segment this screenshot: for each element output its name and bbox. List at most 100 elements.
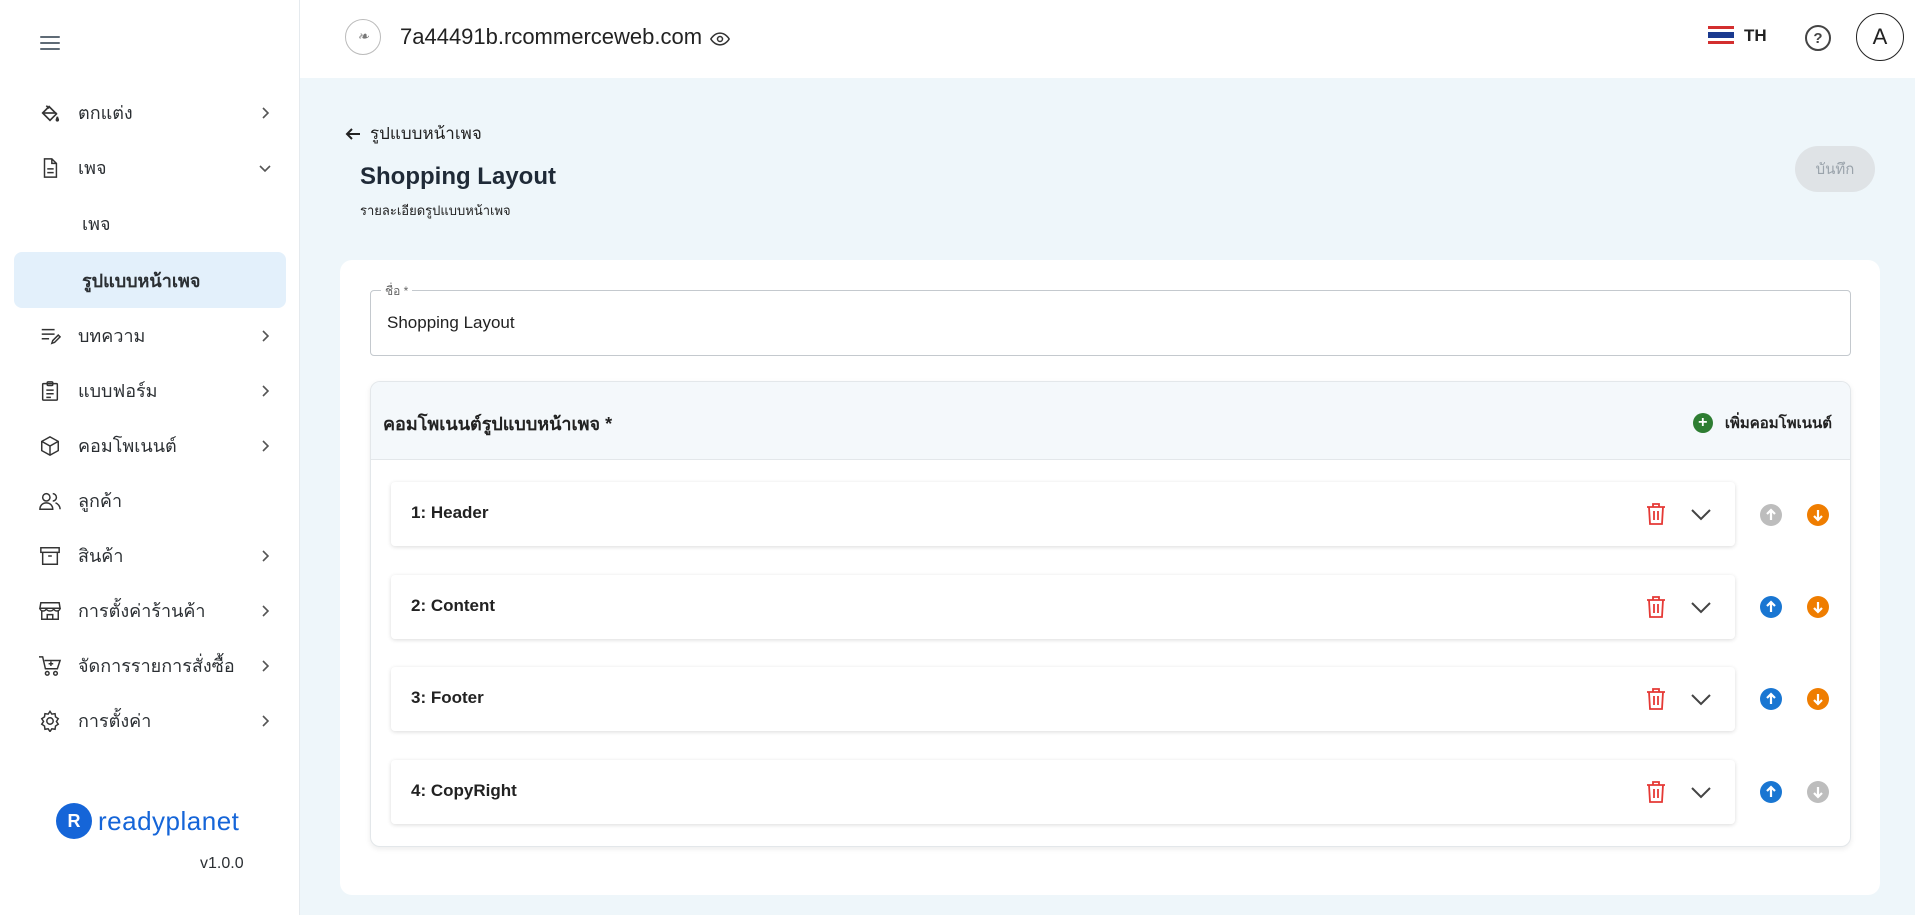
chevron-down-icon xyxy=(259,164,271,172)
chevron-down-icon[interactable] xyxy=(1689,780,1713,804)
chevron-down-icon[interactable] xyxy=(1689,687,1713,711)
chevron-right-icon xyxy=(262,659,270,672)
app-version: v1.0.0 xyxy=(200,855,244,872)
move-up-button[interactable] xyxy=(1760,688,1782,710)
site-logo-icon: ❧ xyxy=(345,19,381,55)
store-icon xyxy=(38,599,62,623)
trash-icon[interactable] xyxy=(1645,502,1667,526)
sidebar-item-label: ตกแต่ง xyxy=(78,103,133,123)
gear-icon xyxy=(38,709,62,733)
archive-box-icon xyxy=(38,544,62,568)
chevron-right-icon xyxy=(262,329,270,342)
brand-mark: R xyxy=(56,803,92,839)
trash-icon[interactable] xyxy=(1645,687,1667,711)
sidebar-item-orders[interactable]: จัดการรายการสั่งซื้อ xyxy=(0,638,300,693)
clipboard-form-icon xyxy=(38,379,62,403)
language-selector[interactable]: TH xyxy=(1708,26,1767,46)
component-name: 1: Header xyxy=(411,503,489,522)
name-field-label: ชื่อ * xyxy=(381,282,413,301)
move-down-button[interactable] xyxy=(1807,596,1829,618)
components-header: คอมโพเนนต์รูปแบบหน้าเพจ * + เพิ่มคอมโพเน… xyxy=(371,382,1850,460)
cube-icon xyxy=(38,434,62,458)
move-up-button[interactable] xyxy=(1760,781,1782,803)
site-domain: 7a44491b.rcommerceweb.com xyxy=(400,24,703,49)
components-panel: คอมโพเนนต์รูปแบบหน้าเพจ * + เพิ่มคอมโพเน… xyxy=(370,381,1851,847)
back-link[interactable]: รูปแบบหน้าเพจ xyxy=(344,120,482,147)
component-name: 3: Footer xyxy=(411,688,484,707)
sidebar-item-label: การตั้งค่า xyxy=(78,711,152,731)
arrow-up-icon xyxy=(1766,508,1776,520)
sidebar-item-label: บทความ xyxy=(78,326,146,346)
paint-bucket-icon xyxy=(38,101,62,125)
arrow-up-icon xyxy=(1766,600,1776,612)
sidebar-item-settings[interactable]: การตั้งค่า xyxy=(0,693,300,748)
sidebar-item-decorate[interactable]: ตกแต่ง xyxy=(0,85,300,140)
move-up-button[interactable] xyxy=(1760,504,1782,526)
move-down-button[interactable] xyxy=(1807,688,1829,710)
arrow-down-icon xyxy=(1813,787,1823,799)
add-component-label: เพิ่มคอมโพเนนต์ xyxy=(1724,415,1832,432)
sidebar: ตกแต่ง เพจ เพจ รูปแบบหน้าเพจ บทความ แบบฟ… xyxy=(0,0,300,915)
components-title: คอมโพเนนต์รูปแบบหน้าเพจ * xyxy=(383,414,613,434)
sidebar-item-forms[interactable]: แบบฟอร์ม xyxy=(0,363,300,418)
trash-icon[interactable] xyxy=(1645,780,1667,804)
sidebar-item-products[interactable]: สินค้า xyxy=(0,528,300,583)
sidebar-item-store-settings[interactable]: การตั้งค่าร้านค้า xyxy=(0,583,300,638)
add-component-button[interactable]: + เพิ่มคอมโพเนนต์ xyxy=(1692,411,1832,435)
arrow-down-icon xyxy=(1813,694,1823,706)
chevron-down-icon[interactable] xyxy=(1689,502,1713,526)
component-row[interactable]: 4: CopyRight xyxy=(391,760,1735,824)
sidebar-item-label: ลูกค้า xyxy=(78,491,123,511)
sidebar-item-label: แบบฟอร์ม xyxy=(78,381,158,401)
top-bar: ❧ 7a44491b.rcommerceweb.com TH ? A xyxy=(300,0,1915,78)
trash-icon[interactable] xyxy=(1645,595,1667,619)
name-input[interactable] xyxy=(387,313,1827,333)
save-button[interactable]: บันทึก xyxy=(1795,146,1875,192)
thai-flag-icon xyxy=(1708,26,1734,46)
component-row[interactable]: 3: Footer xyxy=(391,667,1735,731)
cart-icon xyxy=(38,654,62,678)
sidebar-item-customers[interactable]: ลูกค้า xyxy=(0,473,300,528)
arrow-up-icon xyxy=(1766,785,1776,797)
arrow-left-icon xyxy=(345,127,360,140)
sidebar-item-label: สินค้า xyxy=(78,546,124,566)
menu-toggle-icon[interactable] xyxy=(38,32,62,56)
chevron-right-icon xyxy=(262,604,270,617)
sidebar-subitem-pages[interactable]: เพจ xyxy=(0,195,300,252)
article-edit-icon xyxy=(38,324,62,348)
component-name: 4: CopyRight xyxy=(411,781,517,800)
component-name: 2: Content xyxy=(411,596,496,615)
arrow-down-icon xyxy=(1813,602,1823,614)
user-avatar[interactable]: A xyxy=(1856,13,1904,61)
document-icon xyxy=(38,156,62,180)
chevron-down-icon[interactable] xyxy=(1689,595,1713,619)
plus-circle-icon: + xyxy=(1692,413,1713,433)
sidebar-item-label: จัดการรายการสั่งซื้อ xyxy=(78,656,235,676)
move-down-button[interactable] xyxy=(1807,504,1829,526)
sidebar-item-page[interactable]: เพจ xyxy=(0,140,300,195)
move-down-button[interactable] xyxy=(1807,781,1829,803)
component-row[interactable]: 1: Header xyxy=(391,482,1735,546)
sidebar-nav: ตกแต่ง เพจ เพจ รูปแบบหน้าเพจ บทความ แบบฟ… xyxy=(0,85,300,748)
sidebar-item-components[interactable]: คอมโพเนนต์ xyxy=(0,418,300,473)
component-row[interactable]: 2: Content xyxy=(391,575,1735,639)
sidebar-item-label: การตั้งค่าร้านค้า xyxy=(78,601,206,621)
sidebar-item-label: คอมโพเนนต์ xyxy=(78,436,177,456)
sidebar-subitem-page-layout[interactable]: รูปแบบหน้าเพจ xyxy=(14,252,286,308)
chevron-right-icon xyxy=(262,384,270,397)
chevron-right-icon xyxy=(262,549,270,562)
chevron-right-icon xyxy=(262,439,270,452)
sidebar-item-articles[interactable]: บทความ xyxy=(0,308,300,363)
chevron-right-icon xyxy=(262,106,270,119)
move-up-button[interactable] xyxy=(1760,596,1782,618)
help-icon[interactable]: ? xyxy=(1805,25,1831,51)
page-title: Shopping Layout xyxy=(360,163,556,190)
name-field[interactable]: ชื่อ * xyxy=(370,282,1851,356)
page-subtitle: รายละเอียดรูปแบบหน้าเพจ xyxy=(360,203,511,218)
arrow-down-icon xyxy=(1813,510,1823,522)
layout-form-card: ชื่อ * คอมโพเนนต์รูปแบบหน้าเพจ * + เพิ่ม… xyxy=(340,260,1880,895)
eye-icon[interactable] xyxy=(710,29,730,49)
readyplanet-logo: R readyplanet xyxy=(56,803,239,839)
brand-name: readyplanet xyxy=(98,805,240,836)
users-icon xyxy=(38,489,62,513)
